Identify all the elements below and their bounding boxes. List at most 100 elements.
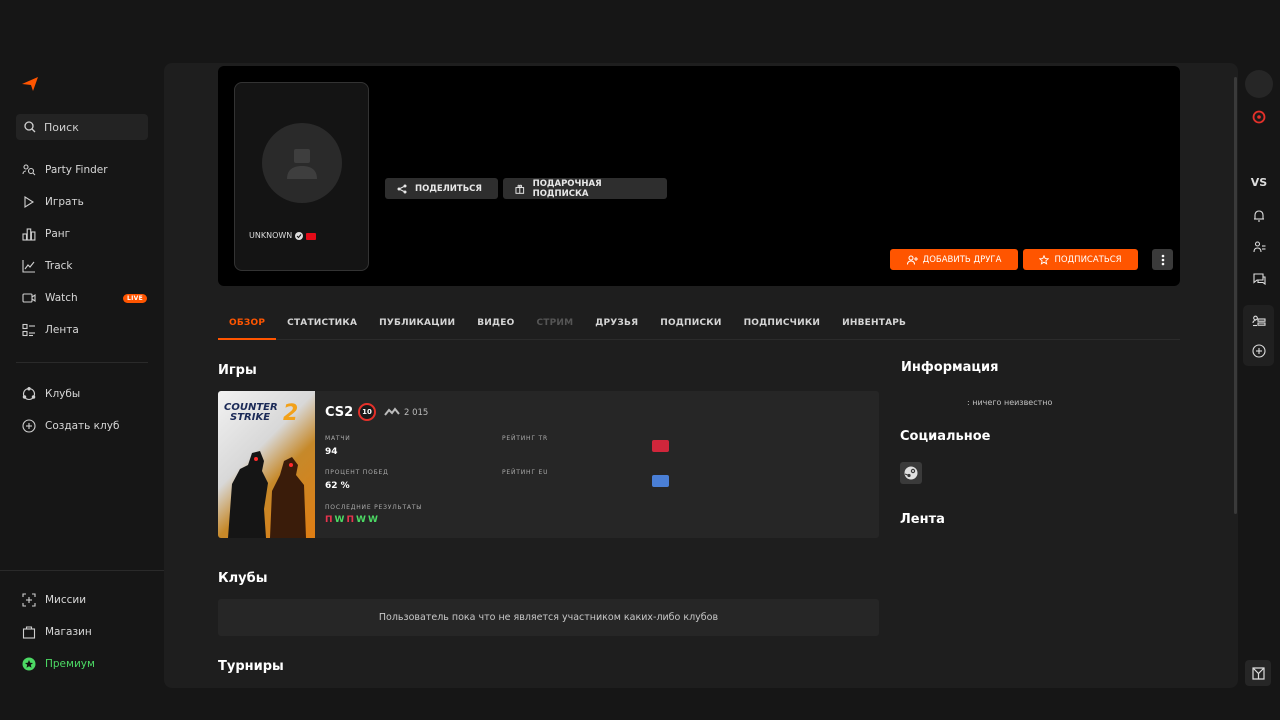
game-card-cs2[interactable]: COUNTER STRIKE 2 CS2 10 2 015 МАТЧИ 94 РЕ… (218, 391, 879, 538)
watch-icon (22, 291, 36, 305)
notifications-button[interactable] (1250, 206, 1268, 224)
party-button[interactable] (1250, 312, 1268, 330)
sidebar-item-track[interactable]: Track (22, 257, 147, 275)
plus-circle-icon (1252, 344, 1266, 358)
bell-icon (1254, 209, 1264, 222)
party-finder-icon (22, 163, 36, 177)
sidebar-item-label: Играть (45, 196, 84, 208)
recent-results: П W П W W (325, 515, 378, 525)
tab-subscriptions[interactable]: ПОДПИСКИ (649, 310, 732, 340)
tab-friends[interactable]: ДРУЗЬЯ (584, 310, 649, 340)
rank-badge-icon (1252, 110, 1266, 124)
soldiers-figure-icon (228, 451, 306, 538)
game-name: CS2 (325, 405, 354, 420)
steam-link-button[interactable] (900, 462, 922, 484)
result-loss: П (346, 515, 355, 525)
sidebar-item-premium[interactable]: Премиум (22, 655, 147, 673)
chat-button[interactable] (1250, 270, 1268, 288)
sidebar-item-label: Премиум (45, 658, 95, 670)
faceit-logo-icon[interactable] (22, 77, 38, 91)
sidebar-divider (16, 362, 148, 363)
share-label: ПОДЕЛИТЬСЯ (415, 183, 482, 194)
share-button[interactable]: ПОДЕЛИТЬСЯ (385, 178, 498, 199)
main-panel: UNKNOWN ПОДЕЛИТЬСЯ ПОДАРОЧНАЯ ПОДПИСКА Д… (164, 63, 1238, 688)
sidebar-bottom-divider (0, 570, 164, 571)
sidebar-item-label: Клубы (45, 388, 81, 400)
avatar-card: UNKNOWN (234, 82, 369, 271)
scrollbar[interactable] (1234, 77, 1237, 514)
tab-overview[interactable]: ОБЗОР (218, 310, 277, 340)
add-friend-icon (906, 255, 918, 265)
sidebar-item-clubs[interactable]: Клубы (22, 385, 147, 403)
search-label: Поиск (44, 120, 79, 134)
tab-video[interactable]: ВИДЕО (466, 310, 525, 340)
winrate-value: 62 % (325, 481, 350, 491)
cs2-cover-logo: COUNTER STRIKE (224, 402, 278, 423)
add-friend-label: ДОБАВИТЬ ДРУГА (922, 254, 1002, 265)
sidebar-item-play[interactable]: Играть (22, 193, 147, 211)
nickname-text: UNKNOWN (249, 232, 293, 240)
avatar (262, 123, 342, 203)
result-win: W (334, 515, 345, 525)
tab-inventory[interactable]: ИНВЕНТАРЬ (831, 310, 917, 340)
tab-subscribers[interactable]: ПОДПИСЧИКИ (733, 310, 832, 340)
sidebar-item-create-club[interactable]: Создать клуб (22, 417, 147, 435)
sidebar-item-missions[interactable]: Миссии (22, 591, 147, 609)
chat-icon (1252, 273, 1266, 285)
matches-value: 94 (325, 447, 338, 457)
recent-results-label: ПОСЛЕДНИЕ РЕЗУЛЬТАТЫ (325, 504, 423, 511)
feed-title: Лента (900, 512, 945, 527)
sidebar-item-label: Миссии (45, 594, 87, 606)
more-options-button[interactable] (1152, 249, 1173, 270)
add-friend-button[interactable]: ДОБАВИТЬ ДРУГА (890, 249, 1018, 270)
sidebar-item-label: Создать клуб (45, 420, 120, 432)
missions-icon (22, 593, 36, 607)
create-button[interactable] (1250, 342, 1268, 360)
rating-tr-flag-icon (652, 440, 669, 452)
sidebar-item-label: Watch (45, 292, 78, 304)
profile-tabs: ОБЗОР СТАТИСТИКА ПУБЛИКАЦИИ ВИДЕО СТРИМ … (218, 310, 1180, 340)
result-win: W (367, 515, 378, 525)
sidebar-item-label: Лента (45, 324, 79, 336)
friends-button[interactable] (1250, 238, 1268, 256)
sidebar-item-rank[interactable]: Ранг (22, 225, 147, 243)
create-club-icon (22, 419, 36, 433)
elo-value: 2 015 (404, 408, 429, 418)
user-avatar-button[interactable] (1245, 70, 1273, 98)
search-input[interactable]: Поиск (16, 114, 148, 140)
games-title: Игры (218, 363, 257, 378)
user-placeholder-icon (287, 149, 317, 179)
profile-banner: UNKNOWN ПОДЕЛИТЬСЯ ПОДАРОЧНАЯ ПОДПИСКА Д… (218, 66, 1180, 286)
tab-statistics[interactable]: СТАТИСТИКА (276, 310, 368, 340)
party-icon (1252, 315, 1266, 327)
social-title: Социальное (900, 429, 991, 444)
sidebar-item-party-finder[interactable]: Party Finder (22, 161, 147, 179)
info-text: : ничего неизвестно (967, 398, 1053, 407)
info-title: Информация (901, 360, 999, 375)
subscribe-button[interactable]: ПОДПИСАТЬСЯ (1023, 249, 1138, 270)
sidebar-item-watch[interactable]: Watch LIVE (22, 289, 147, 307)
friends-icon (1252, 241, 1265, 253)
elo-icon (384, 407, 400, 416)
result-loss: П (325, 515, 333, 525)
clubs-empty-state: Пользователь пока что не является участн… (218, 599, 879, 636)
gift-icon (515, 184, 525, 194)
gift-label: ПОДАРОЧНАЯ ПОДПИСКА (532, 178, 602, 199)
nickname: UNKNOWN (249, 232, 317, 240)
verified-icon (295, 232, 304, 240)
sidebar-item-shop[interactable]: Магазин (22, 623, 147, 641)
gift-subscription-button[interactable]: ПОДАРОЧНАЯ ПОДПИСКА (503, 178, 667, 199)
share-icon (397, 184, 407, 193)
clubs-icon (22, 387, 36, 401)
rank-badge-button[interactable] (1250, 108, 1268, 126)
sidebar-item-label: Party Finder (45, 164, 108, 176)
matches-label: МАТЧИ (325, 435, 351, 442)
steam-icon (904, 466, 918, 480)
country-flag-icon (306, 232, 317, 240)
vs-button[interactable]: VS (1246, 174, 1272, 190)
more-vertical-icon (1161, 254, 1164, 265)
sidebar-item-feed[interactable]: Лента (22, 321, 147, 339)
tab-publications[interactable]: ПУБЛИКАЦИИ (368, 310, 466, 340)
anticheat-button[interactable] (1245, 660, 1271, 686)
subscribe-label: ПОДПИСАТЬСЯ (1054, 254, 1122, 265)
